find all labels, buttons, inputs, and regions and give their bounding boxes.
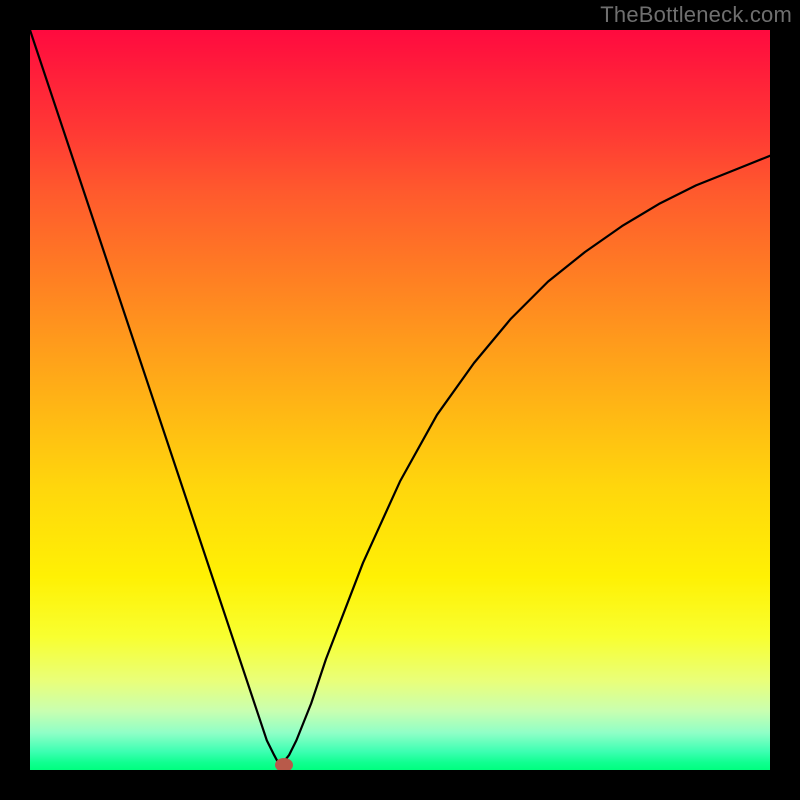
optimal-marker — [275, 758, 293, 770]
chart-frame: TheBottleneck.com — [0, 0, 800, 800]
bottleneck-curve — [30, 30, 770, 770]
plot-area — [30, 30, 770, 770]
attribution-label: TheBottleneck.com — [600, 2, 792, 28]
